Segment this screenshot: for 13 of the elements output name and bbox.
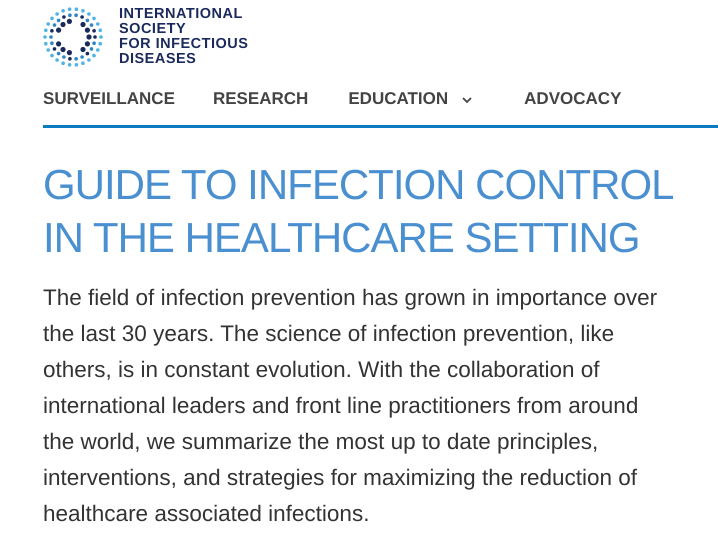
- caret-icon: [462, 97, 472, 104]
- nav-link[interactable]: ADVOCACY: [524, 86, 622, 112]
- logo-text-line: FOR INFECTIOUS: [119, 37, 248, 52]
- intro-paragraph: The field of infection prevention has grown in importance over the last 30 years. The science of infection prevention, like others, is in constant evolution. With the collaboration of international leaders and front line practitioners from around the world, we summarize the most up to date principles, interventions, and strategies for maximizing the reduction of healthcare associated infections.: [43, 284, 658, 528]
- logo-text-line: INTERNATIONAL: [119, 7, 244, 22]
- logo-text-line: DISEASES: [119, 52, 198, 67]
- nav-link[interactable]: EDUCATION: [348, 86, 472, 112]
- nav-link[interactable]: RESEARCH: [212, 86, 308, 112]
- nav-link[interactable]: SURVEILLANCE: [43, 86, 175, 112]
- page-title-line: GUIDE TO INFECTION CONTROL: [43, 160, 674, 210]
- page-title-line: IN THE HEALTHCARE SETTING: [43, 213, 641, 263]
- logo-text-line: SOCIETY: [119, 22, 188, 37]
- logo-icon: [43, 6, 103, 68]
